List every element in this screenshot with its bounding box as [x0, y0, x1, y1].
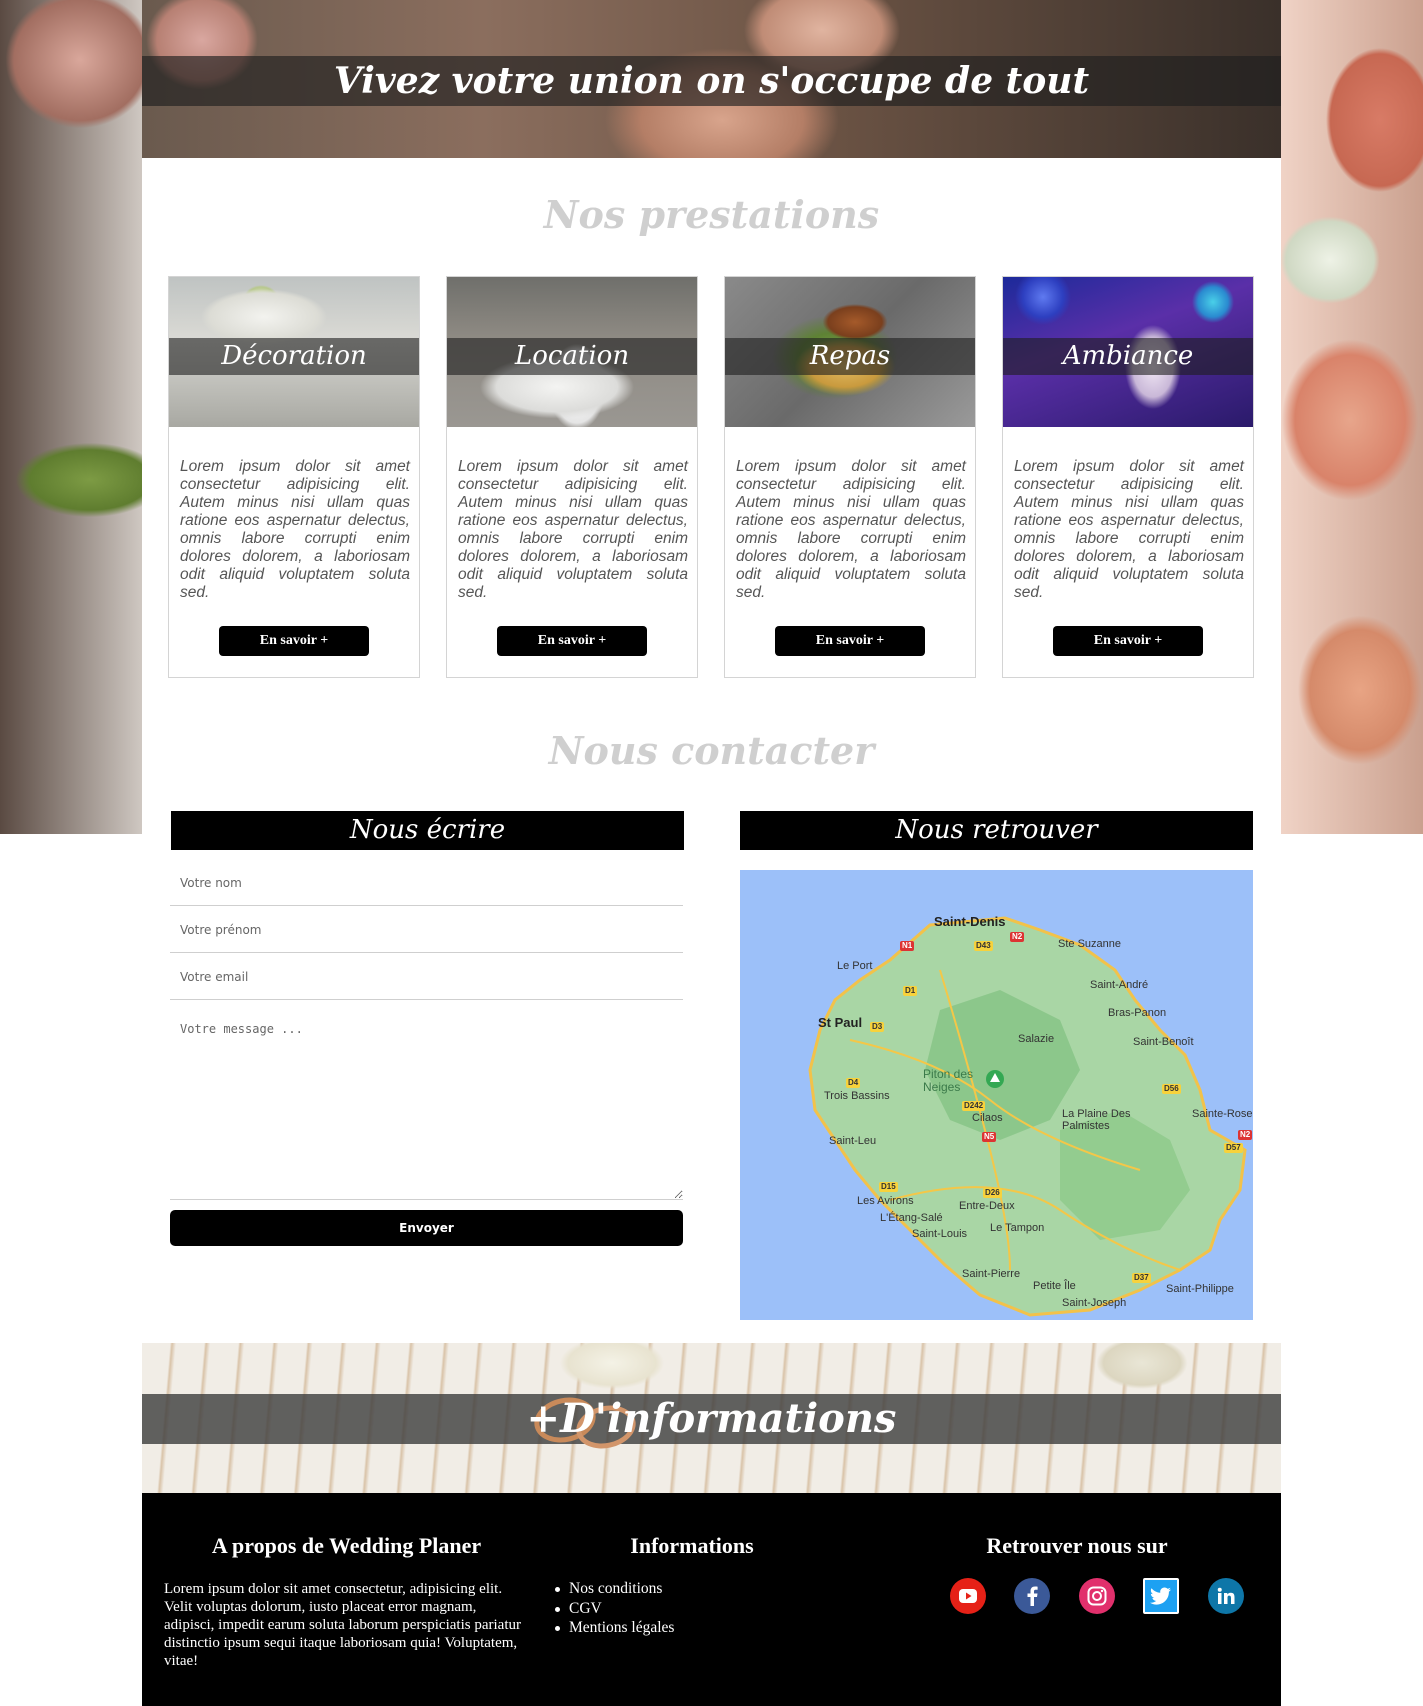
- contact-title: Nous contacter: [548, 728, 875, 773]
- place-st-paul: St Paul: [818, 1015, 863, 1030]
- card-description: Lorem ipsum dolor sit amet consectetur a…: [1014, 458, 1244, 601]
- road-d242: D242: [962, 1101, 986, 1111]
- about-title: A propos de Wedding Planer: [211, 1533, 482, 1558]
- learn-more-button[interactable]: En savoir +: [219, 626, 369, 656]
- road-d3: D3: [870, 1022, 885, 1032]
- write-heading: Nous écrire: [171, 811, 684, 850]
- instagram-icon[interactable]: [1079, 1578, 1115, 1614]
- place-le-port: Le Port: [837, 960, 873, 972]
- name-field[interactable]: [170, 860, 683, 906]
- learn-more-button[interactable]: En savoir +: [1053, 626, 1203, 656]
- page-container: Vivez votre union on s'occupe de tout No…: [142, 0, 1281, 1706]
- facebook-icon[interactable]: [1014, 1578, 1050, 1614]
- conditions-link[interactable]: Nos conditions: [569, 1580, 662, 1597]
- info-footer-title: Informations: [630, 1533, 754, 1558]
- road-n1: N1: [900, 941, 915, 951]
- footer: A propos de Wedding Planer Lorem ipsum d…: [142, 1493, 1281, 1706]
- card-description: Lorem ipsum dolor sit amet consectetur a…: [736, 458, 966, 601]
- place-saint-louis: Saint-Louis: [912, 1228, 968, 1240]
- service-card-location: Location Lorem ipsum dolor sit amet cons…: [446, 276, 698, 678]
- firstname-field[interactable]: [170, 907, 683, 953]
- place-sainte-rose: Sainte-Rose: [1192, 1108, 1253, 1120]
- place-saint-benoit: Saint-Benoît: [1133, 1036, 1194, 1048]
- place-entre-deux: Entre-Deux: [959, 1200, 1015, 1212]
- road-d26: D26: [983, 1188, 1002, 1198]
- list-item: CGV: [555, 1599, 674, 1619]
- place-le-tampon: Le Tampon: [990, 1222, 1045, 1234]
- place-les-avirons: Les Avirons: [857, 1195, 914, 1207]
- cgv-link[interactable]: CGV: [569, 1600, 602, 1617]
- list-item: Nos conditions: [555, 1579, 674, 1599]
- road-d57: D57: [1224, 1143, 1243, 1153]
- road-d4: D4: [846, 1078, 861, 1088]
- road-n5: N5: [982, 1132, 997, 1142]
- linkedin-icon[interactable]: [1208, 1578, 1244, 1614]
- message-field[interactable]: [170, 1012, 683, 1200]
- place-trois-bassins: Trois Bassins: [824, 1090, 890, 1102]
- place-saint-philippe: Saint-Philippe: [1166, 1283, 1234, 1295]
- road-d15: D15: [879, 1182, 898, 1192]
- email-field[interactable]: [170, 954, 683, 1000]
- legal-link[interactable]: Mentions légales: [569, 1619, 674, 1636]
- place-piton-des-neiges: Piton des Neiges: [923, 1067, 974, 1094]
- card-title: Décoration: [221, 341, 367, 371]
- list-item: Mentions légales: [555, 1618, 674, 1638]
- card-description: Lorem ipsum dolor sit amet consectetur a…: [180, 458, 410, 601]
- card-title: Ambiance: [1062, 341, 1194, 371]
- place-saint-andre: Saint-André: [1090, 979, 1149, 991]
- social-title: Retrouver nous sur: [986, 1533, 1168, 1558]
- place-saint-denis: Saint-Denis: [934, 914, 1006, 929]
- place-bras-panon: Bras-Panon: [1108, 1007, 1167, 1019]
- learn-more-button[interactable]: En savoir +: [497, 626, 647, 656]
- place-salazie: Salazie: [1018, 1033, 1055, 1045]
- learn-more-button[interactable]: En savoir +: [775, 626, 925, 656]
- road-d56: D56: [1162, 1084, 1181, 1094]
- services-title: Nos prestations: [543, 192, 880, 237]
- place-cilaos: Cilaos: [972, 1112, 1003, 1124]
- place-petite-ile: Petite Île: [1033, 1280, 1076, 1292]
- card-description: Lorem ipsum dolor sit amet consectetur a…: [458, 458, 688, 601]
- youtube-icon[interactable]: [950, 1578, 986, 1614]
- card-title: Location: [514, 341, 630, 371]
- find-heading: Nous retrouver: [740, 811, 1253, 850]
- place-etang-sale: L'Étang-Salé: [880, 1212, 943, 1224]
- send-button[interactable]: Envoyer: [170, 1210, 683, 1246]
- about-text: Lorem ipsum dolor sit amet consectetur, …: [164, 1581, 521, 1669]
- road-n2-east: N2: [1238, 1130, 1253, 1140]
- place-saint-joseph: Saint-Joseph: [1062, 1297, 1127, 1309]
- map-reunion[interactable]: Saint-Denis Ste Suzanne Le Port Saint-An…: [740, 870, 1253, 1320]
- info-title: +D'informations: [526, 1395, 897, 1442]
- service-card-ambiance: Ambiance Lorem ipsum dolor sit amet cons…: [1002, 276, 1254, 678]
- place-la-plaine: La Plaine Des Palmistes: [1062, 1108, 1131, 1132]
- island-shape: [808, 916, 1247, 1317]
- road-n2: N2: [1010, 932, 1025, 942]
- place-saint-leu: Saint-Leu: [829, 1135, 877, 1147]
- service-card-decoration: Décoration Lorem ipsum dolor sit amet co…: [168, 276, 420, 678]
- twitter-icon[interactable]: [1143, 1578, 1179, 1614]
- hero-title: Vivez votre union on s'occupe de tout: [333, 60, 1090, 102]
- place-saint-pierre: Saint-Pierre: [962, 1268, 1021, 1280]
- road-d37: D37: [1132, 1273, 1151, 1283]
- info-links: Nos conditions CGV Mentions légales: [555, 1579, 674, 1638]
- service-card-repas: Repas Lorem ipsum dolor sit amet consect…: [724, 276, 976, 678]
- road-d43: D43: [974, 941, 993, 951]
- road-d1: D1: [903, 986, 918, 996]
- card-title: Repas: [809, 341, 891, 371]
- place-ste-suzanne: Ste Suzanne: [1058, 938, 1121, 950]
